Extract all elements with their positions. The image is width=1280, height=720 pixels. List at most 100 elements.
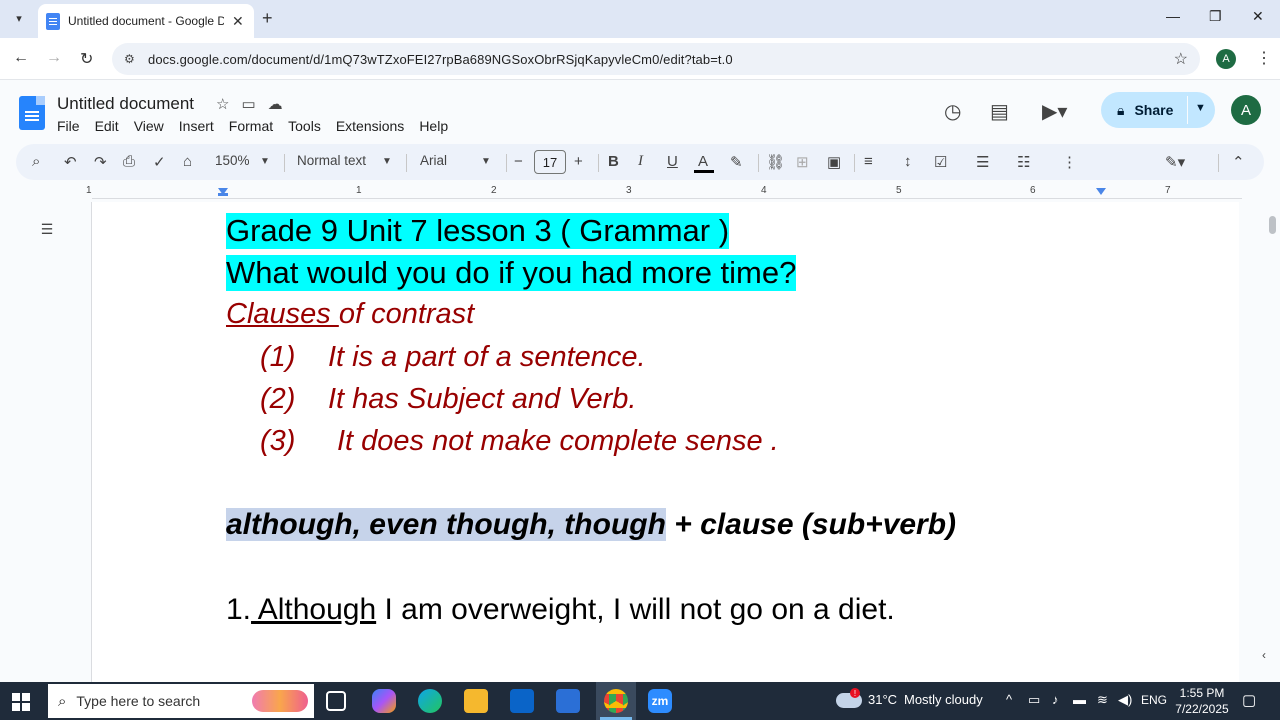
tab-search-icon[interactable]: ▾ <box>8 7 30 29</box>
volume-icon[interactable]: ◀) <box>1118 692 1132 708</box>
ruler[interactable]: 1 1 2 3 4 5 6 7 <box>16 184 1242 202</box>
hide-menus-icon[interactable]: ⌃ <box>1232 153 1245 171</box>
move-folder-icon[interactable]: ▭ <box>241 95 255 113</box>
minimize-icon[interactable]: — <box>1166 8 1180 24</box>
new-tab-button[interactable]: + <box>262 8 273 29</box>
browser-tab[interactable]: Untitled document - Google Docs ✕ <box>38 4 254 38</box>
subheading[interactable]: Clauses of contrast <box>226 298 474 331</box>
forward-icon[interactable]: → <box>46 49 62 67</box>
menu-format[interactable]: Format <box>229 116 273 136</box>
menu-view[interactable]: View <box>134 116 164 136</box>
weather-text[interactable]: Mostly cloudy <box>904 692 983 707</box>
zoom-app-icon[interactable]: zm <box>648 689 672 713</box>
redo-icon[interactable]: ↷ <box>94 153 107 171</box>
restore-icon[interactable]: ❐ <box>1209 8 1222 25</box>
paint-format-icon[interactable]: ⌂ <box>183 153 192 170</box>
url-text[interactable]: docs.google.com/document/d/1mQ73wTZxoFEI… <box>148 52 733 67</box>
document-outline-icon[interactable]: ☰ <box>36 218 58 240</box>
align-icon[interactable]: ≡ <box>864 153 873 170</box>
zoom-chevron-down-icon[interactable]: ▼ <box>260 156 270 167</box>
taskbar-search-box[interactable]: ⌕ Type here to search <box>48 684 314 718</box>
point-text[interactable]: It has Subject and Verb. <box>328 383 636 416</box>
style-chevron-down-icon[interactable]: ▼ <box>382 156 392 167</box>
store-icon[interactable] <box>556 689 580 713</box>
browser-menu-icon[interactable]: ⋮ <box>1256 48 1272 68</box>
font-chevron-down-icon[interactable]: ▼ <box>481 156 491 167</box>
bookmark-star-icon[interactable]: ☆ <box>1174 49 1188 69</box>
meet-now-icon[interactable]: ▭ <box>1028 692 1040 708</box>
back-icon[interactable]: ← <box>13 49 29 67</box>
close-window-icon[interactable]: ✕ <box>1252 8 1264 25</box>
point-number[interactable]: (2) <box>260 383 295 416</box>
spellcheck-icon[interactable]: ✓ <box>153 153 166 171</box>
site-info-icon[interactable]: ⚙ <box>124 52 140 66</box>
side-panel-chevron-left-icon[interactable]: ‹ <box>1262 648 1266 662</box>
show-hidden-icons-icon[interactable]: ^ <box>1006 692 1012 707</box>
highlight-color-icon[interactable]: ✎ <box>730 153 743 171</box>
menu-insert[interactable]: Insert <box>179 116 214 136</box>
font-select[interactable]: Arial <box>420 153 447 168</box>
editing-mode-icon[interactable]: ✎▾ <box>1165 153 1185 171</box>
zoom-select[interactable]: 150% <box>215 153 250 168</box>
point-number[interactable]: (3) <box>260 425 295 458</box>
print-icon[interactable]: ⎙ <box>123 153 135 170</box>
menu-extensions[interactable]: Extensions <box>336 116 404 136</box>
style-select[interactable]: Normal text <box>297 153 366 168</box>
italic-button[interactable]: I <box>638 153 643 170</box>
system-clock[interactable]: 1:55 PM 7/22/2025 <box>1170 685 1234 717</box>
document-title[interactable]: Untitled document <box>57 94 194 114</box>
insert-link-icon[interactable]: ⛓ <box>766 153 785 171</box>
search-menus-icon[interactable]: ⌕ <box>32 153 40 170</box>
cloud-status-icon[interactable]: ☁ <box>268 95 283 113</box>
document-page[interactable]: Grade 9 Unit 7 lesson 3 ( Grammar ) What… <box>91 202 1239 682</box>
star-icon[interactable]: ☆ <box>216 95 229 113</box>
more-options-icon[interactable]: ⋮ <box>1062 153 1077 171</box>
wifi-icon[interactable]: ≋ <box>1097 692 1108 708</box>
docs-logo-icon[interactable] <box>19 96 45 130</box>
outlook-icon[interactable] <box>510 689 534 713</box>
reload-icon[interactable]: ↻ <box>80 49 93 69</box>
right-indent-marker[interactable] <box>1096 188 1106 195</box>
point-text[interactable]: It is a part of a sentence. <box>328 341 646 374</box>
numbered-list-icon[interactable]: ☷ <box>1017 153 1030 171</box>
file-explorer-icon[interactable] <box>464 689 488 713</box>
battery-icon[interactable]: ▬ <box>1073 692 1086 707</box>
conjunction-rule[interactable]: although, even though, though + clause (… <box>226 508 956 542</box>
undo-icon[interactable]: ↶ <box>64 153 77 171</box>
address-bar[interactable]: ⚙ docs.google.com/document/d/1mQ73wTZxoF… <box>112 43 1200 75</box>
scrollbar-thumb[interactable] <box>1269 216 1276 234</box>
font-size-input[interactable]: 17 <box>534 150 566 174</box>
add-comment-icon[interactable]: ⊞ <box>796 153 809 171</box>
menu-edit[interactable]: Edit <box>95 116 119 136</box>
version-history-icon[interactable]: ◷ <box>944 99 961 124</box>
increase-font-size-icon[interactable]: + <box>574 153 583 170</box>
language-indicator[interactable]: ENG <box>1141 693 1167 707</box>
menu-tools[interactable]: Tools <box>288 116 321 136</box>
vertical-scrollbar[interactable] <box>1240 202 1280 682</box>
close-tab-icon[interactable]: ✕ <box>232 13 244 30</box>
account-avatar[interactable]: A <box>1231 95 1261 125</box>
task-view-icon[interactable] <box>326 691 346 711</box>
checklist-icon[interactable]: ☑ <box>934 153 947 171</box>
browser-profile-avatar[interactable]: A <box>1216 49 1236 69</box>
bold-button[interactable]: B <box>608 153 619 170</box>
bulleted-list-icon[interactable]: ☰ <box>976 153 989 171</box>
edge-icon[interactable] <box>418 689 442 713</box>
first-line-indent-marker[interactable] <box>218 193 228 196</box>
meet-icon[interactable]: ▶▾ <box>1042 99 1067 124</box>
decrease-font-size-icon[interactable]: − <box>514 153 523 170</box>
notifications-icon[interactable]: ▢ <box>1242 691 1256 709</box>
underline-button[interactable]: U <box>667 153 678 170</box>
menu-help[interactable]: Help <box>419 116 448 136</box>
temperature[interactable]: 31°C <box>868 692 897 707</box>
point-number[interactable]: (1) <box>260 341 295 374</box>
text-color-button[interactable]: A <box>698 153 708 170</box>
example-sentence[interactable]: 1. Although I am overweight, I will not … <box>226 593 895 627</box>
microphone-icon[interactable]: ♪ <box>1052 692 1059 707</box>
insert-image-icon[interactable]: ▣ <box>827 153 841 171</box>
menu-file[interactable]: File <box>57 116 80 136</box>
copilot-icon[interactable] <box>372 689 396 713</box>
windows-start-icon[interactable] <box>12 693 30 711</box>
share-button[interactable]: 🔒︎ Share ▼ <box>1101 92 1215 128</box>
heading-title[interactable]: Grade 9 Unit 7 lesson 3 ( Grammar ) <box>226 213 730 249</box>
